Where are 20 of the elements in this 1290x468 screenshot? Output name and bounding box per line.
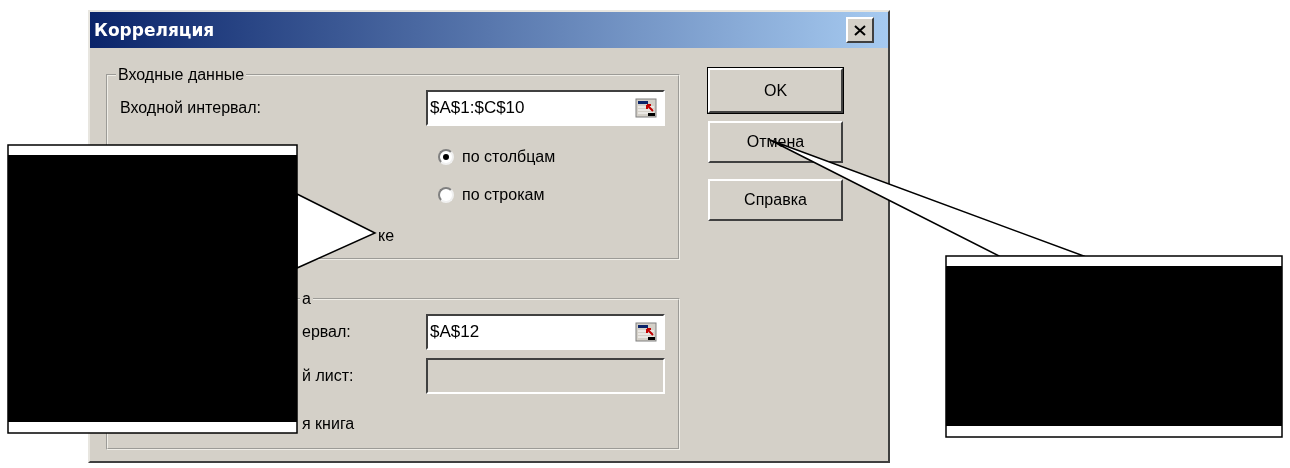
range-select-icon[interactable] [635, 322, 657, 342]
window-title: Корреляция [94, 20, 215, 40]
dialog-button[interactable]: Справка [708, 179, 843, 221]
option-label[interactable]: по столбцам [462, 148, 556, 166]
group-title: а [301, 290, 312, 308]
radio-button[interactable] [438, 187, 454, 203]
radio-button[interactable] [438, 149, 454, 165]
field-label: Входной интервал: [120, 99, 263, 117]
option-label: я книга [302, 415, 355, 433]
field-label: ервал: [301, 323, 352, 341]
range-select-icon[interactable] [635, 98, 657, 118]
close-button[interactable] [846, 17, 874, 43]
option-label[interactable]: по строкам [462, 186, 545, 204]
group-title: Входные данные [117, 66, 246, 84]
option-label: ке [378, 227, 395, 245]
dialog-button[interactable]: OK [708, 68, 843, 113]
input-field[interactable]: $A$12 [426, 314, 665, 350]
input-field[interactable]: $A$1:$C$10 [426, 90, 665, 126]
close-icon [854, 24, 866, 36]
field-label: й лист: [301, 367, 355, 385]
